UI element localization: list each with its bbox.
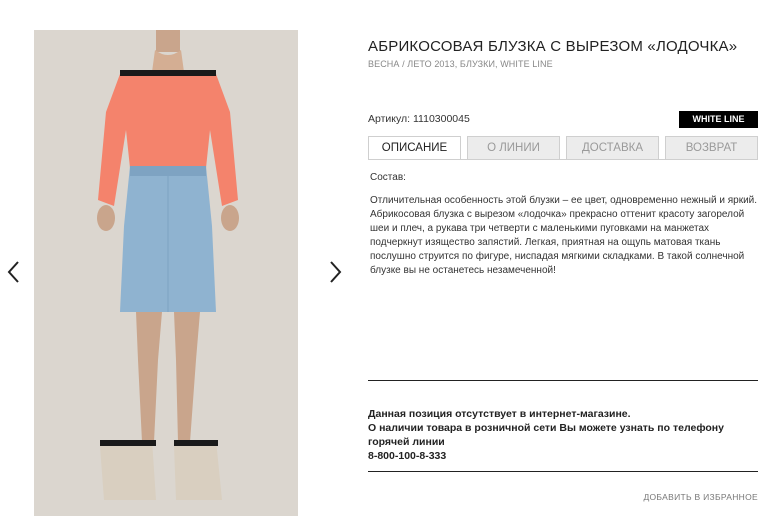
product-photo xyxy=(34,30,298,516)
composition-label: Состав: xyxy=(370,172,406,183)
product-title: АБРИКОСОВАЯ БЛУЗКА С ВЫРЕЗОМ «ЛОДОЧКА» xyxy=(368,38,738,55)
article-row: Артикул: 1110300045 WHITE LINE xyxy=(368,111,758,129)
gallery-prev-button[interactable] xyxy=(4,258,24,286)
add-to-favorites-link[interactable]: ДОБАВИТЬ В ИЗБРАННОЕ xyxy=(643,492,758,502)
section-divider xyxy=(368,471,758,472)
model-illustration xyxy=(34,30,298,516)
article-label: Артикул: xyxy=(368,113,411,125)
chevron-left-icon xyxy=(7,261,19,283)
availability-line-1: Данная позиция отсутствует в интернет-ма… xyxy=(368,408,631,420)
product-tabs: ОПИСАНИЕ О ЛИНИИ ДОСТАВКА ВОЗВРАТ xyxy=(368,136,758,160)
tabs-divider xyxy=(368,159,758,160)
product-header: АБРИКОСОВАЯ БЛУЗКА С ВЫРЕЗОМ «ЛОДОЧКА» В… xyxy=(368,38,758,69)
tab-delivery[interactable]: ДОСТАВКА xyxy=(566,136,659,160)
tab-return[interactable]: ВОЗВРАТ xyxy=(665,136,758,160)
tab-about-line[interactable]: О ЛИНИИ xyxy=(467,136,560,160)
availability-line-2: О наличии товара в розничной сети Вы мож… xyxy=(368,422,724,448)
article-value: 1110300045 xyxy=(412,113,470,125)
hotline-phone: 8-800-100-8-333 xyxy=(368,450,447,462)
tab-description[interactable]: ОПИСАНИЕ xyxy=(368,136,461,160)
availability-notice: Данная позиция отсутствует в интернет-ма… xyxy=(368,407,758,463)
section-divider xyxy=(368,380,758,381)
description-panel: Состав: Отличительная особенность этой б… xyxy=(370,171,758,278)
gallery-next-button[interactable] xyxy=(325,258,345,286)
breadcrumb: ВЕСНА / ЛЕТО 2013, БЛУЗКИ, WHITE LINE xyxy=(368,59,553,69)
chevron-right-icon xyxy=(330,261,342,283)
description-text: Отличительная особенность этой блузки – … xyxy=(370,195,758,276)
brand-badge: WHITE LINE xyxy=(679,111,758,128)
